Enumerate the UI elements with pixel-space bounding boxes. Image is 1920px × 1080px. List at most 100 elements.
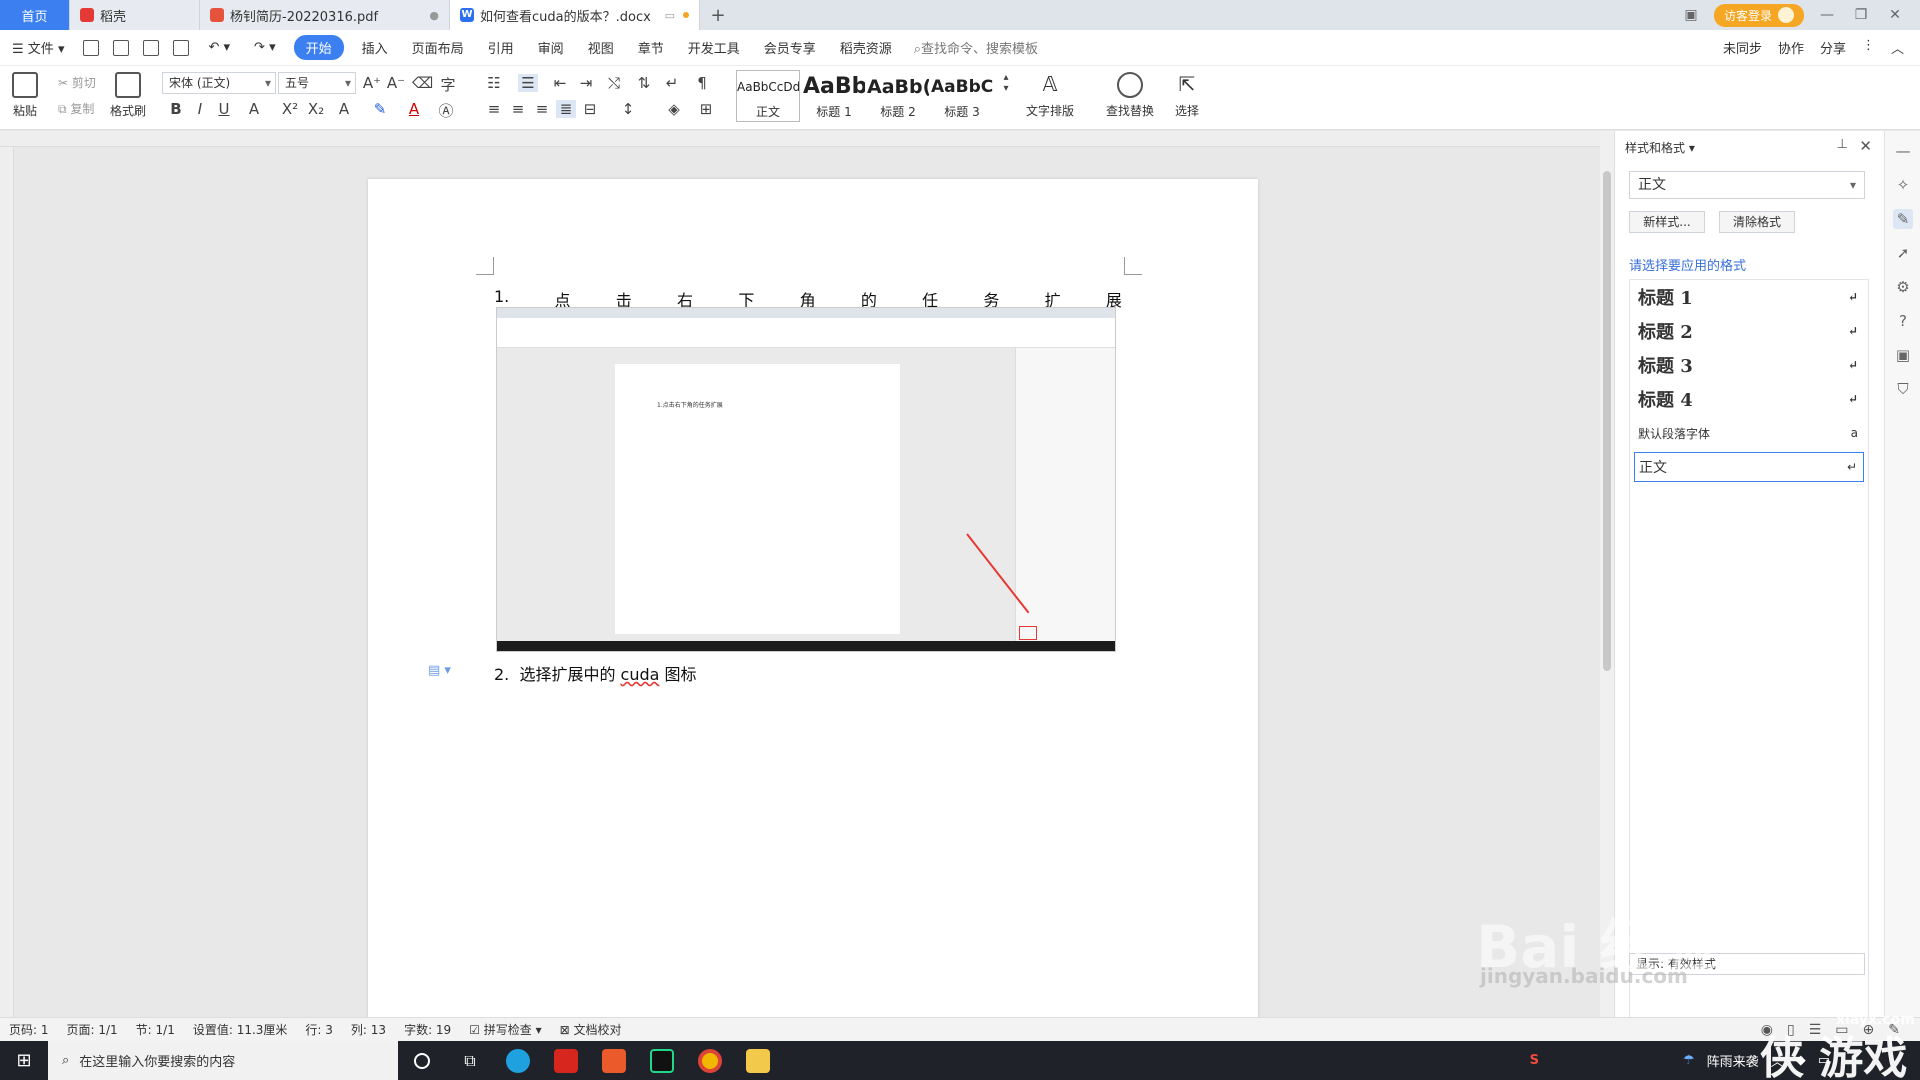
select-cursor-icon[interactable]: ➚ <box>1893 243 1913 263</box>
horizontal-ruler[interactable] <box>0 131 1600 147</box>
page[interactable]: 1. 点 击 右 下 角 的 任 务 扩 展 1.点击右下角的任务扩展 ▤ ▾ … <box>368 179 1258 1017</box>
panel-title[interactable]: 样式和格式 ▾ <box>1625 139 1695 156</box>
line-break-icon[interactable]: ↵ <box>662 74 682 92</box>
save-icon[interactable] <box>83 39 100 56</box>
menu-reference[interactable]: 引用 <box>476 38 526 57</box>
show-marks-icon[interactable]: ¶ <box>692 74 712 92</box>
font-name-select[interactable]: 宋体 (正文) <box>162 72 276 94</box>
highlight-icon[interactable]: ✎ <box>370 100 390 118</box>
shading-icon[interactable]: ◈ <box>664 100 684 118</box>
style-item-h1[interactable]: 标题 1 ↵ <box>1634 282 1864 312</box>
menu-review[interactable]: 审阅 <box>526 38 576 57</box>
tab-pdf[interactable]: 杨钊简历-20220316.pdf ● <box>200 0 450 30</box>
sogou-icon[interactable]: S <box>1530 1053 1539 1068</box>
copy-button[interactable]: ⧉ 复制 <box>58 100 94 117</box>
distribute-icon[interactable]: ⊟ <box>580 100 600 118</box>
paragraph-icon[interactable]: ▤ ▾ <box>428 663 451 678</box>
close-window-icon[interactable]: ✕ <box>1884 7 1906 23</box>
paragraph-2[interactable]: 2. 选择扩展中的 cuda 图标 <box>494 661 697 685</box>
clear-format-button[interactable]: 清除格式 <box>1719 211 1795 233</box>
bullet-list-icon[interactable]: ☷ <box>484 74 504 92</box>
superscript-icon[interactable]: X² <box>280 100 300 118</box>
sort-icon[interactable]: ⇅ <box>634 74 654 92</box>
shield-icon[interactable]: ⛉ <box>1893 379 1913 399</box>
menu-view[interactable]: 视图 <box>576 38 626 57</box>
taskbar-search[interactable]: ⌕ 在这里输入你要搜索的内容 <box>48 1041 398 1080</box>
current-style-select[interactable]: 正文 <box>1629 171 1865 199</box>
file-menu[interactable]: ☰ 文件 ▾ <box>0 38 76 57</box>
share-button[interactable]: 分享 <box>1820 38 1846 57</box>
menu-insert[interactable]: 插入 <box>350 38 400 57</box>
style-h3[interactable]: AaBbC(标题 3 <box>930 70 994 122</box>
menu-layout[interactable]: 页面布局 <box>400 38 476 57</box>
find-replace-button[interactable]: 查找替换 <box>1106 72 1154 119</box>
proofread-button[interactable]: ⊠ 文档校对 <box>551 1021 631 1038</box>
indent-icon[interactable]: ⇥ <box>576 74 596 92</box>
vertical-ruler[interactable] <box>0 147 14 1017</box>
new-style-button[interactable]: 新样式... <box>1629 211 1705 233</box>
help-icon[interactable]: ? <box>1893 311 1913 331</box>
strikethrough-icon[interactable]: A <box>244 100 264 118</box>
underline-icon[interactable]: U <box>214 100 234 118</box>
grow-font-icon[interactable]: A⁺ <box>362 74 382 92</box>
weather-text[interactable]: 阵雨来袭 <box>1707 1051 1759 1070</box>
visitor-login-button[interactable]: 访客登录 <box>1713 3 1804 27</box>
spell-check-button[interactable]: ☑ 拼写检查 ▾ <box>460 1021 550 1038</box>
cortana-icon[interactable] <box>398 1041 446 1080</box>
menu-docer[interactable]: 稻壳资源 <box>828 38 904 57</box>
command-search[interactable]: ⌕查找命令、搜索模板 <box>914 38 1038 57</box>
shrink-font-icon[interactable]: A⁻ <box>386 74 406 92</box>
menu-start[interactable]: 开始 <box>293 35 344 60</box>
style-brush-icon[interactable]: ✎ <box>1893 209 1913 229</box>
collapse-icon[interactable]: ︿ <box>1891 38 1904 57</box>
paste-button[interactable]: 粘贴 <box>12 72 38 119</box>
pycharm-icon[interactable] <box>638 1041 686 1080</box>
outdent-icon[interactable]: ⇤ <box>550 74 570 92</box>
preview-icon[interactable] <box>173 39 190 56</box>
menu-member[interactable]: 会员专享 <box>752 38 828 57</box>
magic-icon[interactable]: ✧ <box>1893 175 1913 195</box>
chinese-layout-icon[interactable]: ⤭ <box>604 74 624 92</box>
embedded-screenshot[interactable]: 1.点击右下角的任务扩展 <box>496 307 1116 652</box>
sync-button[interactable]: 未同步 <box>1723 38 1762 57</box>
collab-button[interactable]: 协作 <box>1778 38 1804 57</box>
style-item-h3[interactable]: 标题 3 ↵ <box>1634 350 1864 380</box>
new-tab-button[interactable]: + <box>700 0 736 30</box>
eraser-icon[interactable]: ⌫ <box>412 74 433 92</box>
close-icon[interactable]: ● <box>429 9 439 22</box>
wps-writer-icon[interactable] <box>590 1041 638 1080</box>
select-button[interactable]: ⇱ 选择 <box>1174 72 1200 119</box>
scroll-thumb[interactable] <box>1603 171 1611 671</box>
style-h1[interactable]: AaBb 标题 1 <box>802 70 866 122</box>
adjust-icon[interactable]: ⚙ <box>1893 277 1913 297</box>
style-item-default-font[interactable]: 默认段落字体 a <box>1634 418 1864 448</box>
char-border-icon[interactable]: Ⓐ <box>436 100 456 121</box>
style-item-h4[interactable]: 标题 4 ↵ <box>1634 384 1864 414</box>
wps-icon[interactable] <box>542 1041 590 1080</box>
more-icon[interactable]: ⋮ <box>1862 38 1875 57</box>
font-size-select[interactable]: 五号 <box>278 72 356 94</box>
edge-icon[interactable] <box>494 1041 542 1080</box>
export-icon[interactable] <box>113 39 130 56</box>
close-icon[interactable]: ✕ <box>1859 137 1872 155</box>
pinyin-icon[interactable]: 字 <box>438 74 458 95</box>
align-center-icon[interactable]: ≡ <box>508 100 528 118</box>
window-icon[interactable]: ▭ <box>665 9 675 22</box>
cut-button[interactable]: ✂ 剪切 <box>58 74 96 91</box>
font-color-icon[interactable]: A <box>404 100 424 118</box>
print-icon[interactable] <box>143 39 160 56</box>
chrome-icon[interactable] <box>686 1041 734 1080</box>
restore-icon[interactable]: ❐ <box>1850 7 1872 23</box>
style-item-h2[interactable]: 标题 2 ↵ <box>1634 316 1864 346</box>
styles-scroll-icon[interactable]: ▴ ▾ <box>996 72 1016 94</box>
numbered-list-icon[interactable]: ☰ <box>518 74 538 92</box>
style-item-normal[interactable]: 正文 ↵ <box>1634 452 1864 482</box>
vertical-scrollbar[interactable] <box>1600 131 1614 1017</box>
text-layout-button[interactable]: 𝔸 文字排版 <box>1026 72 1074 119</box>
redo-icon[interactable]: ↷ ▾ <box>242 40 288 55</box>
pin-icon[interactable]: ⊥ <box>1837 137 1848 152</box>
image-icon[interactable]: ▣ <box>1893 345 1913 365</box>
style-normal[interactable]: AaBbCcDd 正文 <box>736 70 800 122</box>
italic-icon[interactable]: I <box>190 100 210 118</box>
font-effect-icon[interactable]: A <box>334 100 354 118</box>
